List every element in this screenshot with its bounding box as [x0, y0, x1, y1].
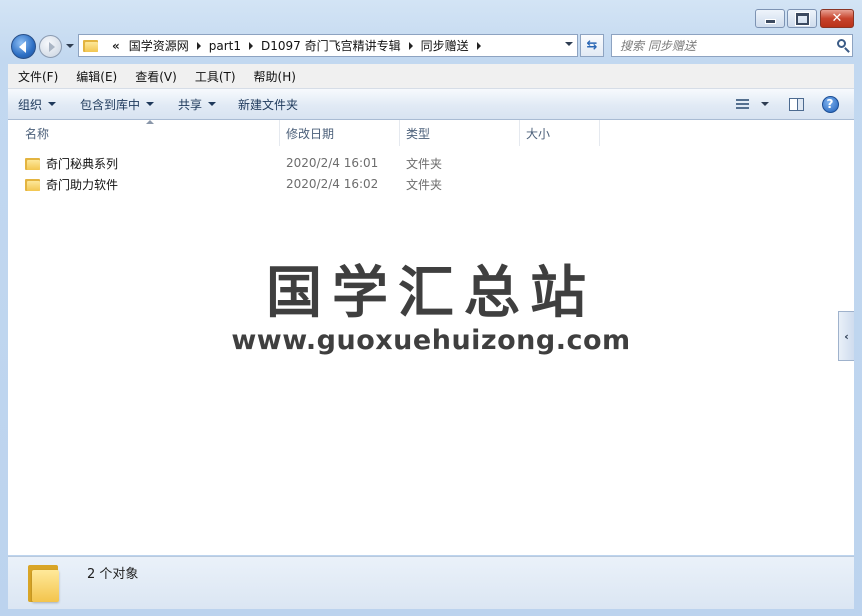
address-bar[interactable]: « 国学资源网 part1 D1097 奇门飞宫精讲专辑 同步赠送 — [78, 34, 578, 57]
column-header-label: 修改日期 — [286, 126, 335, 141]
recent-pages-dropdown[interactable] — [65, 40, 75, 52]
file-name: 奇门秘典系列 — [46, 156, 119, 171]
search-input[interactable] — [612, 35, 820, 56]
item-count: 2 个对象 — [87, 567, 139, 582]
breadcrumb-item[interactable]: 同步赠送 — [416, 37, 474, 54]
column-header-modified[interactable]: 修改日期 — [280, 120, 400, 146]
column-header-label: 名称 — [25, 126, 50, 141]
menu-file[interactable]: 文件(F) — [8, 68, 66, 85]
include-in-library-button[interactable]: 包含到库中 — [71, 89, 163, 119]
details-pane-toggle[interactable]: ‹ — [838, 311, 854, 361]
preview-pane-button[interactable] — [784, 89, 808, 119]
organize-button[interactable]: 组织 — [8, 89, 65, 119]
maximize-button[interactable] — [787, 9, 817, 28]
forward-arrow-icon — [48, 41, 55, 52]
breadcrumb-separator-icon[interactable] — [408, 41, 413, 50]
folder-icon — [25, 157, 40, 170]
forward-button[interactable] — [39, 35, 62, 58]
refresh-button[interactable]: ⇆ — [580, 34, 604, 57]
address-dropdown-icon[interactable] — [565, 42, 573, 46]
search-icon[interactable] — [837, 39, 846, 48]
folder-icon — [28, 562, 60, 602]
column-header-label: 大小 — [526, 126, 551, 141]
help-button[interactable]: ? — [818, 89, 842, 119]
menu-view[interactable]: 查看(V) — [125, 68, 185, 85]
folder-icon — [25, 178, 40, 191]
watermark-title: 国学汇总站 — [266, 261, 596, 326]
file-modified: 2020/2/4 16:02 — [286, 177, 379, 191]
organize-label: 组织 — [18, 97, 43, 112]
change-view-button[interactable] — [730, 89, 774, 119]
watermark-url: www.guoxuehuizong.com — [231, 325, 631, 356]
maximize-icon — [795, 12, 809, 25]
help-icon: ? — [821, 95, 839, 113]
file-name: 奇门助力软件 — [46, 177, 119, 192]
back-arrow-icon — [19, 40, 26, 53]
explorer-window: ✕ « 国学资源网 part1 D1097 奇门飞宫精讲专辑 同步赠送 ⇆ 文件… — [0, 0, 862, 616]
file-type: 文件夹 — [406, 177, 443, 192]
share-label: 共享 — [178, 97, 203, 112]
chevron-down-icon — [66, 44, 74, 48]
breadcrumb-item[interactable]: 国学资源网 — [124, 37, 194, 54]
chevron-down-icon — [146, 102, 155, 106]
close-icon: ✕ — [831, 11, 843, 26]
back-button[interactable] — [11, 34, 36, 59]
breadcrumb-separator-icon[interactable] — [249, 41, 254, 50]
close-button[interactable]: ✕ — [820, 9, 854, 28]
menu-edit[interactable]: 编辑(E) — [66, 68, 125, 85]
share-button[interactable]: 共享 — [169, 89, 225, 119]
menu-tools[interactable]: 工具(T) — [185, 68, 244, 85]
new-folder-label: 新建文件夹 — [238, 97, 299, 112]
refresh-icon: ⇆ — [586, 38, 598, 53]
menu-bar: 文件(F) 编辑(E) 查看(V) 工具(T) 帮助(H) — [8, 64, 854, 89]
menu-help[interactable]: 帮助(H) — [244, 68, 304, 85]
preview-pane-icon — [788, 97, 804, 111]
column-header-type[interactable]: 类型 — [400, 120, 520, 146]
chevron-down-icon — [208, 102, 217, 106]
sort-ascending-icon — [146, 120, 154, 124]
breadcrumb-overflow-button[interactable]: « — [110, 39, 124, 53]
new-folder-button[interactable]: 新建文件夹 — [229, 89, 307, 119]
minimize-button[interactable] — [755, 9, 785, 28]
breadcrumb-separator-icon[interactable] — [196, 41, 201, 50]
list-item[interactable]: 奇门助力软件 2020/2/4 16:02 文件夹 — [25, 174, 825, 194]
list-item[interactable]: 奇门秘典系列 2020/2/4 16:01 文件夹 — [25, 153, 825, 173]
chevron-left-icon: ‹ — [844, 329, 849, 343]
chevron-down-icon — [48, 102, 57, 106]
minimize-icon — [764, 19, 776, 24]
breadcrumb: « 国学资源网 part1 D1097 奇门飞宫精讲专辑 同步赠送 — [110, 35, 484, 56]
breadcrumb-item[interactable]: part1 — [204, 39, 246, 53]
search-box[interactable] — [611, 34, 853, 57]
breadcrumb-item[interactable]: D1097 奇门飞宫精讲专辑 — [256, 37, 406, 54]
column-header-label: 类型 — [406, 126, 431, 141]
file-modified: 2020/2/4 16:01 — [286, 156, 379, 170]
breadcrumb-separator-icon[interactable] — [476, 41, 481, 50]
column-header-size[interactable]: 大小 — [520, 120, 600, 146]
file-list: 名称 修改日期 类型 大小 奇门秘典系列 2020/2/4 16:01 文件夹 … — [8, 120, 854, 555]
column-header-name[interactable]: 名称 — [8, 120, 280, 146]
status-bar: 2 个对象 — [8, 556, 854, 609]
include-in-library-label: 包含到库中 — [80, 97, 141, 112]
view-list-icon — [735, 99, 749, 109]
chevron-down-icon — [760, 102, 769, 106]
command-bar: 组织 包含到库中 共享 新建文件夹 ? — [8, 89, 854, 120]
folder-icon — [83, 39, 98, 52]
file-type: 文件夹 — [406, 156, 443, 171]
